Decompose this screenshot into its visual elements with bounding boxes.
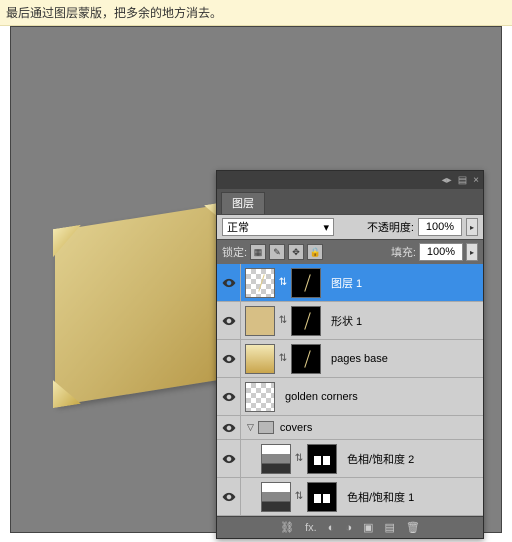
blend-mode-value: 正常 bbox=[227, 219, 249, 235]
fill-slider-button[interactable]: ▸ bbox=[466, 243, 478, 261]
opacity-input[interactable] bbox=[418, 218, 462, 236]
layers-panel: ◂▸ ▤ × 图层 正常 ▾ 不透明度: ▸ 锁定: ▦ ✎ ✥ 🔒 填充: bbox=[216, 170, 484, 539]
book-artwork bbox=[55, 203, 230, 406]
fill-label: 填充: bbox=[391, 244, 416, 260]
panel-close-icon[interactable]: × bbox=[473, 175, 479, 186]
visibility-toggle[interactable] bbox=[217, 478, 241, 515]
lock-all-button[interactable]: 🔒 bbox=[307, 244, 323, 260]
lock-label: 锁定: bbox=[222, 244, 247, 260]
link-icon: ⇅ bbox=[278, 351, 288, 367]
eye-icon bbox=[222, 452, 236, 466]
eye-icon bbox=[222, 352, 236, 366]
layer-row[interactable]: ⇅ 图层 1 bbox=[217, 264, 483, 302]
link-icon: ⇅ bbox=[294, 451, 304, 467]
panel-header: ◂▸ ▤ × bbox=[217, 171, 483, 189]
layer-name[interactable]: 图层 1 bbox=[325, 275, 362, 291]
layer-row[interactable]: ⇅ 形状 1 bbox=[217, 302, 483, 340]
new-layer-button[interactable]: ▤ bbox=[384, 521, 394, 534]
mask-thumbnail[interactable] bbox=[291, 268, 321, 298]
layers-tab[interactable]: 图层 bbox=[221, 192, 265, 214]
link-layers-button[interactable]: ⛓ bbox=[280, 521, 294, 534]
fill-input[interactable] bbox=[419, 243, 463, 261]
eye-icon bbox=[222, 490, 236, 504]
layer-fx-button[interactable]: fx. bbox=[305, 522, 317, 534]
layer-thumbnail[interactable] bbox=[245, 344, 275, 374]
new-group-button[interactable]: ▣ bbox=[363, 521, 373, 534]
workspace-canvas: ◂▸ ▤ × 图层 正常 ▾ 不透明度: ▸ 锁定: ▦ ✎ ✥ 🔒 填充: bbox=[10, 26, 502, 533]
blend-opacity-row: 正常 ▾ 不透明度: ▸ bbox=[217, 214, 483, 239]
visibility-toggle[interactable] bbox=[217, 302, 241, 339]
lock-move-button[interactable]: ✥ bbox=[288, 244, 304, 260]
lock-paint-button[interactable]: ✎ bbox=[269, 244, 285, 260]
eye-icon bbox=[222, 390, 236, 404]
dropdown-icon: ▾ bbox=[323, 221, 329, 234]
link-icon: ⇅ bbox=[294, 489, 304, 505]
layer-row[interactable]: ⇅ 色相/饱和度 2 bbox=[217, 440, 483, 478]
layer-name[interactable]: 色相/饱和度 2 bbox=[341, 451, 414, 467]
mask-thumbnail[interactable] bbox=[307, 444, 337, 474]
layer-group-row[interactable]: ▽ covers bbox=[217, 416, 483, 440]
layer-thumbnail[interactable] bbox=[245, 306, 275, 336]
mask-thumbnail[interactable] bbox=[307, 482, 337, 512]
eye-icon bbox=[222, 421, 236, 435]
eye-icon bbox=[222, 276, 236, 290]
opacity-label: 不透明度: bbox=[367, 219, 414, 235]
opacity-slider-button[interactable]: ▸ bbox=[466, 218, 478, 236]
link-icon: ⇅ bbox=[278, 275, 288, 291]
panel-menu-icon[interactable]: ▤ bbox=[458, 175, 467, 186]
layer-name[interactable]: pages base bbox=[325, 353, 388, 365]
layer-name[interactable]: covers bbox=[278, 422, 312, 434]
link-icon: ⇅ bbox=[278, 313, 288, 329]
adjustment-thumbnail[interactable] bbox=[261, 482, 291, 512]
panel-tabbar: 图层 bbox=[217, 189, 483, 214]
lock-transparency-button[interactable]: ▦ bbox=[250, 244, 266, 260]
adjustment-layer-button[interactable]: ◑ bbox=[345, 522, 352, 534]
layer-thumbnail[interactable] bbox=[245, 268, 275, 298]
visibility-toggle[interactable] bbox=[217, 264, 241, 301]
panel-footer: ⛓ fx. ◐ ◑ ▣ ▤ 🗑 bbox=[217, 516, 483, 538]
visibility-toggle[interactable] bbox=[217, 378, 241, 415]
layer-thumbnail[interactable] bbox=[245, 382, 275, 412]
visibility-toggle[interactable] bbox=[217, 340, 241, 377]
lock-fill-row: 锁定: ▦ ✎ ✥ 🔒 填充: ▸ bbox=[217, 239, 483, 264]
collapse-icon[interactable]: ◂▸ bbox=[442, 175, 452, 186]
layer-row[interactable]: ⇅ pages base bbox=[217, 340, 483, 378]
instruction-text: 最后通过图层蒙版，把多余的地方消去。 bbox=[0, 0, 512, 26]
layers-list: ⇅ 图层 1 ⇅ 形状 1 bbox=[217, 264, 483, 516]
folder-icon bbox=[258, 421, 274, 434]
group-disclosure-icon[interactable]: ▽ bbox=[247, 422, 254, 433]
layer-row[interactable]: ⇅ 色相/饱和度 1 bbox=[217, 478, 483, 516]
layer-name[interactable]: 形状 1 bbox=[325, 313, 362, 329]
adjustment-thumbnail[interactable] bbox=[261, 444, 291, 474]
book-cover bbox=[55, 203, 230, 406]
delete-layer-button[interactable]: 🗑 bbox=[406, 521, 420, 534]
visibility-toggle[interactable] bbox=[217, 416, 241, 439]
layer-name[interactable]: golden corners bbox=[279, 391, 358, 403]
mask-thumbnail[interactable] bbox=[291, 344, 321, 374]
layer-name[interactable]: 色相/饱和度 1 bbox=[341, 489, 414, 505]
eye-icon bbox=[222, 314, 236, 328]
add-mask-button[interactable]: ◐ bbox=[328, 522, 335, 534]
layer-row[interactable]: golden corners bbox=[217, 378, 483, 416]
blend-mode-select[interactable]: 正常 ▾ bbox=[222, 218, 334, 236]
visibility-toggle[interactable] bbox=[217, 440, 241, 477]
mask-thumbnail[interactable] bbox=[291, 306, 321, 336]
